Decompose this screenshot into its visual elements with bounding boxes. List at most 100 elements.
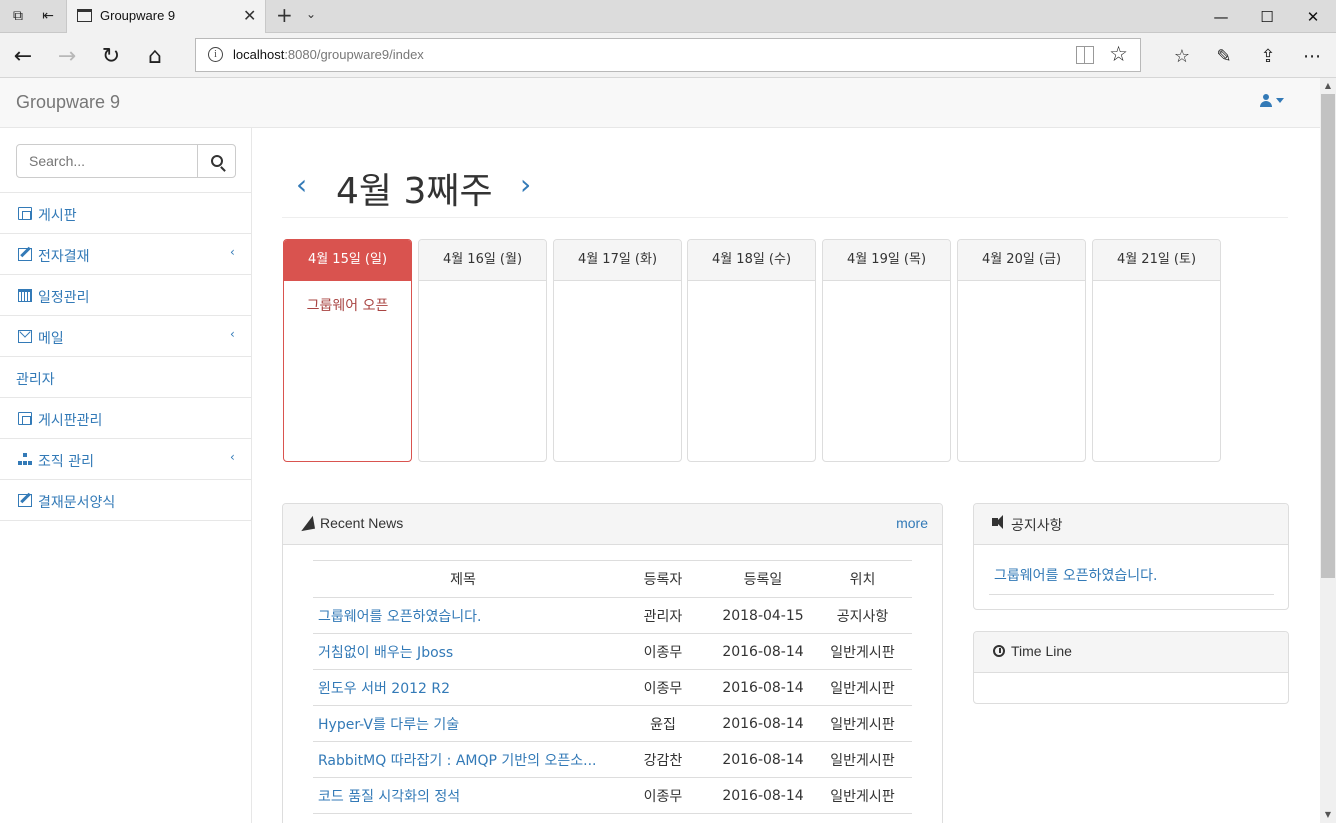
sidebar-item-mail[interactable]: 메일 ‹ bbox=[0, 316, 251, 357]
sidebar-item-schedule[interactable]: 일정관리 bbox=[0, 275, 251, 316]
calendar-event[interactable]: 그룹웨어 오픈 bbox=[284, 295, 411, 315]
column-header: 등록자 bbox=[613, 560, 713, 598]
back-icon[interactable]: ← bbox=[8, 41, 38, 71]
sidebar-item-label: 메일 bbox=[38, 331, 64, 347]
news-title-link[interactable]: Hyper-V를 다루는 기술 bbox=[313, 705, 613, 742]
forward-icon[interactable]: → bbox=[52, 41, 82, 71]
news-title-link[interactable]: 코드 품질 시각화의 정석 bbox=[313, 777, 613, 814]
scroll-down-icon[interactable]: ▼ bbox=[1320, 807, 1336, 823]
author-cell: 이종무 bbox=[613, 777, 713, 814]
page-scrollbar[interactable]: ▲ ▼ bbox=[1320, 78, 1336, 823]
board-cell: 일반게시판 bbox=[813, 669, 912, 706]
sidebar-item-organization[interactable]: 조직 관리 ‹ bbox=[0, 439, 251, 480]
notice-link[interactable]: 그룹웨어를 오픈하였습니다. bbox=[994, 565, 1157, 585]
refresh-icon[interactable]: ↻ bbox=[96, 41, 126, 71]
sidebar-item-board[interactable]: 게시판 bbox=[0, 193, 251, 234]
tab-title: Groupware 9 bbox=[100, 8, 176, 23]
day-header: 4월 20일 (금) bbox=[958, 240, 1085, 281]
day-column[interactable]: 4월 17일 (화) bbox=[553, 239, 682, 462]
chevron-down-icon[interactable]: ⌄ bbox=[306, 7, 316, 21]
url-text: localhost:8080/groupware9/index bbox=[233, 47, 424, 62]
edit-icon bbox=[18, 248, 32, 261]
day-column[interactable]: 4월 16일 (월) bbox=[418, 239, 547, 462]
favorite-star-icon[interactable]: ☆ bbox=[1109, 42, 1128, 66]
edit-icon bbox=[18, 494, 32, 507]
sidebar-item-approval[interactable]: 전자결재 ‹ bbox=[0, 234, 251, 275]
sidebar-item-approval-forms[interactable]: 결재문서양식 bbox=[0, 480, 251, 521]
new-tab-icon[interactable]: + bbox=[276, 3, 293, 27]
day-column[interactable]: 4월 20일 (금) bbox=[957, 239, 1086, 462]
day-column[interactable]: 4월 18일 (수) bbox=[687, 239, 816, 462]
date-cell: 2016-08-14 bbox=[713, 741, 813, 778]
week-title: 4월 3째주 bbox=[336, 171, 493, 212]
notice-panel: 공지사항 그룹웨어를 오픈하였습니다. bbox=[973, 503, 1289, 610]
brand-link[interactable]: Groupware 9 bbox=[16, 92, 120, 113]
search-button[interactable] bbox=[197, 144, 236, 178]
more-menu-icon[interactable]: ⋯ bbox=[1298, 42, 1326, 70]
chevron-right-icon[interactable]: › bbox=[520, 168, 531, 201]
sidebar-item-admin[interactable]: 관리자 bbox=[0, 357, 251, 398]
info-icon[interactable]: i bbox=[208, 47, 223, 62]
table-row[interactable]: Hyper-V를 다루는 기술 윤집 2016-08-14 일반게시판 bbox=[313, 705, 912, 742]
table-row[interactable]: 그룹웨어를 오픈하였습니다. 관리자 2018-04-15 공지사항 bbox=[313, 597, 912, 634]
close-tab-icon[interactable]: ✕ bbox=[243, 6, 256, 25]
table-header-row: 제목 등록자 등록일 위치 bbox=[313, 560, 912, 598]
more-link[interactable]: more bbox=[896, 515, 928, 531]
news-title-link[interactable]: RabbitMQ 따라잡기 : AMQP 기반의 오픈소... bbox=[313, 741, 613, 778]
board-cell: 일반게시판 bbox=[813, 705, 912, 742]
news-table: 제목 등록자 등록일 위치 그룹웨어를 오픈하였습니다. 관리자 2018-04… bbox=[313, 560, 912, 814]
day-header: 4월 18일 (수) bbox=[688, 240, 815, 281]
day-header: 4월 17일 (화) bbox=[554, 240, 681, 281]
tab-manager-icon[interactable]: ⧉ bbox=[8, 6, 28, 26]
close-window-icon[interactable]: ✕ bbox=[1290, 0, 1336, 33]
day-column[interactable]: 4월 19일 (목) bbox=[822, 239, 951, 462]
page-icon bbox=[77, 9, 92, 22]
author-cell: 윤집 bbox=[613, 705, 713, 742]
table-row[interactable]: 윈도우 서버 2012 R2 이종무 2016-08-14 일반게시판 bbox=[313, 669, 912, 706]
sidebar-item-board-admin[interactable]: 게시판관리 bbox=[0, 398, 251, 439]
user-icon bbox=[1260, 94, 1272, 107]
author-cell: 관리자 bbox=[613, 597, 713, 634]
day-header: 4월 15일 (일) bbox=[284, 240, 411, 281]
browser-tab[interactable]: Groupware 9 ✕ bbox=[66, 0, 266, 33]
table-row[interactable]: RabbitMQ 따라잡기 : AMQP 기반의 오픈소... 강감찬 2016… bbox=[313, 741, 912, 778]
day-header: 4월 19일 (목) bbox=[823, 240, 950, 281]
panel-title: 공지사항 bbox=[1011, 517, 1063, 533]
table-row[interactable]: 코드 품질 시각화의 정석 이종무 2016-08-14 일반게시판 bbox=[313, 777, 912, 814]
address-bar[interactable]: i localhost:8080/groupware9/index ☆ bbox=[195, 38, 1141, 72]
chevron-left-icon: ‹ bbox=[230, 450, 235, 464]
board-cell: 일반게시판 bbox=[813, 633, 912, 670]
minimize-icon[interactable]: — bbox=[1198, 0, 1244, 33]
chevron-left-icon: ‹ bbox=[230, 327, 235, 341]
column-header: 등록일 bbox=[713, 560, 813, 598]
timeline-panel: Time Line bbox=[973, 631, 1289, 704]
share-icon[interactable]: ⇪ bbox=[1254, 42, 1282, 70]
search-input[interactable] bbox=[16, 144, 198, 178]
board-cell: 일반게시판 bbox=[813, 777, 912, 814]
board-cell: 공지사항 bbox=[813, 597, 912, 634]
day-column[interactable]: 4월 15일 (일) 그룹웨어 오픈 bbox=[283, 239, 412, 462]
scroll-up-icon[interactable]: ▲ bbox=[1320, 78, 1336, 94]
table-row[interactable]: 거침없이 배우는 Jboss 이종무 2016-08-14 일반게시판 bbox=[313, 633, 912, 670]
favorites-hub-icon[interactable]: ☆ bbox=[1168, 42, 1196, 70]
sidebar-search bbox=[16, 144, 236, 178]
chevron-left-icon[interactable]: ‹ bbox=[296, 168, 307, 201]
maximize-icon[interactable]: ☐ bbox=[1244, 0, 1290, 33]
sidebar-item-label: 관리자 bbox=[16, 372, 55, 388]
copy-icon bbox=[18, 412, 32, 425]
sidebar-item-label: 조직 관리 bbox=[38, 454, 94, 470]
news-title-link[interactable]: 거침없이 배우는 Jboss bbox=[313, 633, 613, 670]
board-cell: 일반게시판 bbox=[813, 741, 912, 778]
reading-view-icon[interactable] bbox=[1076, 46, 1094, 64]
set-tabs-aside-icon[interactable]: ⇤ bbox=[38, 6, 58, 26]
web-page: Groupware 9 게시판 전자결재 ‹ 일정 bbox=[0, 78, 1320, 823]
scroll-thumb[interactable] bbox=[1321, 94, 1335, 578]
news-title-link[interactable]: 그룹웨어를 오픈하였습니다. bbox=[313, 597, 613, 634]
home-icon[interactable]: ⌂ bbox=[140, 41, 170, 71]
user-dropdown[interactable] bbox=[1260, 94, 1284, 107]
web-note-icon[interactable]: ✎ bbox=[1210, 42, 1238, 70]
author-cell: 강감찬 bbox=[613, 741, 713, 778]
day-column[interactable]: 4월 21일 (토) bbox=[1092, 239, 1221, 462]
news-title-link[interactable]: 윈도우 서버 2012 R2 bbox=[313, 669, 613, 706]
main-content: ‹ 4월 3째주 › 4월 15일 (일) 그룹웨어 오픈 4월 16일 (월)… bbox=[252, 128, 1320, 823]
